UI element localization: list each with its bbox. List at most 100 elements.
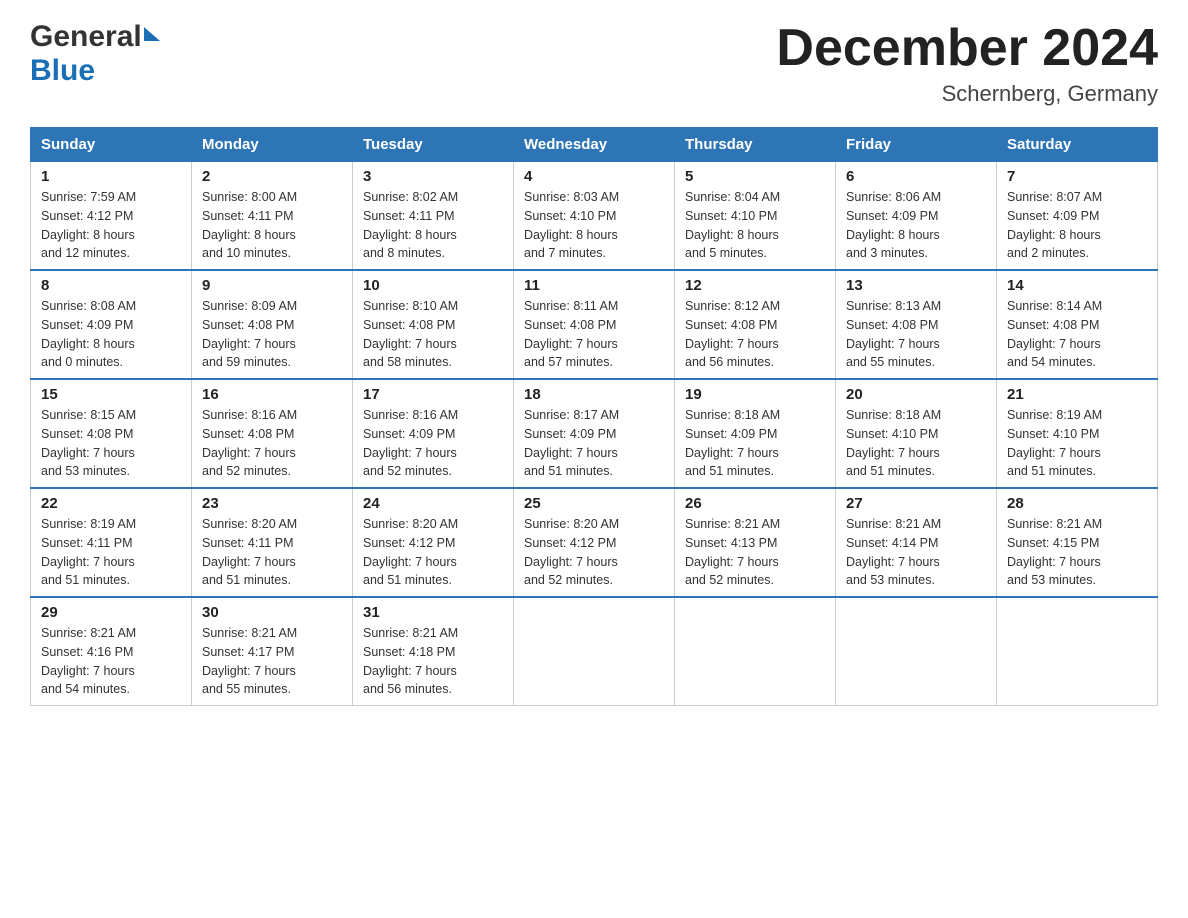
calendar-day-header: Monday bbox=[192, 128, 353, 162]
day-info: Sunrise: 8:09 AMSunset: 4:08 PMDaylight:… bbox=[202, 297, 342, 372]
day-info: Sunrise: 8:08 AMSunset: 4:09 PMDaylight:… bbox=[41, 297, 181, 372]
day-info: Sunrise: 8:21 AMSunset: 4:14 PMDaylight:… bbox=[846, 515, 986, 590]
day-number: 11 bbox=[524, 277, 664, 294]
calendar-day-cell: 19Sunrise: 8:18 AMSunset: 4:09 PMDayligh… bbox=[675, 379, 836, 488]
calendar-week-row: 8 Sunrise: 8:08 AMSunset: 4:09 PMDaylight… bbox=[31, 270, 1158, 379]
day-number: 4 bbox=[524, 168, 664, 185]
day-info: Sunrise: 8:00 AMSunset: 4:11 PMDaylight:… bbox=[202, 188, 342, 263]
calendar-day-cell: 9 Sunrise: 8:09 AMSunset: 4:08 PMDaylight… bbox=[192, 270, 353, 379]
calendar-day-cell: 23 Sunrise: 8:20 AMSunset: 4:11 PMDayligh… bbox=[192, 488, 353, 597]
day-number: 18 bbox=[524, 386, 664, 403]
page-title: December 2024 bbox=[776, 20, 1158, 77]
calendar-day-cell bbox=[997, 597, 1158, 706]
day-number: 10 bbox=[363, 277, 503, 294]
calendar-day-cell: 30 Sunrise: 8:21 AMSunset: 4:17 PMDayligh… bbox=[192, 597, 353, 706]
calendar-week-row: 15 Sunrise: 8:15 AMSunset: 4:08 PMDayligh… bbox=[31, 379, 1158, 488]
day-info: Sunrise: 8:18 AMSunset: 4:10 PMDaylight:… bbox=[846, 406, 986, 481]
calendar-day-cell: 7 Sunrise: 8:07 AMSunset: 4:09 PMDaylight… bbox=[997, 162, 1158, 271]
day-info: Sunrise: 8:03 AMSunset: 4:10 PMDaylight:… bbox=[524, 188, 664, 263]
calendar-day-cell: 29Sunrise: 8:21 AMSunset: 4:16 PMDayligh… bbox=[31, 597, 192, 706]
calendar-day-cell: 27 Sunrise: 8:21 AMSunset: 4:14 PMDayligh… bbox=[836, 488, 997, 597]
calendar-day-cell: 25 Sunrise: 8:20 AMSunset: 4:12 PMDayligh… bbox=[514, 488, 675, 597]
calendar-day-header: Saturday bbox=[997, 128, 1158, 162]
calendar-table: SundayMondayTuesdayWednesdayThursdayFrid… bbox=[30, 127, 1158, 706]
day-info: Sunrise: 8:20 AMSunset: 4:12 PMDaylight:… bbox=[524, 515, 664, 590]
calendar-week-row: 29Sunrise: 8:21 AMSunset: 4:16 PMDayligh… bbox=[31, 597, 1158, 706]
day-info: Sunrise: 8:14 AMSunset: 4:08 PMDaylight:… bbox=[1007, 297, 1147, 372]
day-number: 8 bbox=[41, 277, 181, 294]
day-info: Sunrise: 8:21 AMSunset: 4:15 PMDaylight:… bbox=[1007, 515, 1147, 590]
day-info: Sunrise: 8:07 AMSunset: 4:09 PMDaylight:… bbox=[1007, 188, 1147, 263]
day-number: 13 bbox=[846, 277, 986, 294]
logo: General Blue bbox=[30, 20, 160, 88]
day-info: Sunrise: 8:20 AMSunset: 4:12 PMDaylight:… bbox=[363, 515, 503, 590]
day-number: 16 bbox=[202, 386, 342, 403]
day-number: 17 bbox=[363, 386, 503, 403]
day-number: 2 bbox=[202, 168, 342, 185]
calendar-day-cell: 3 Sunrise: 8:02 AMSunset: 4:11 PMDaylight… bbox=[353, 162, 514, 271]
day-number: 3 bbox=[363, 168, 503, 185]
day-info: Sunrise: 8:19 AMSunset: 4:10 PMDaylight:… bbox=[1007, 406, 1147, 481]
calendar-day-cell: 28Sunrise: 8:21 AMSunset: 4:15 PMDayligh… bbox=[997, 488, 1158, 597]
calendar-day-cell: 20 Sunrise: 8:18 AMSunset: 4:10 PMDayligh… bbox=[836, 379, 997, 488]
day-number: 29 bbox=[41, 604, 181, 621]
day-info: Sunrise: 8:21 AMSunset: 4:17 PMDaylight:… bbox=[202, 624, 342, 699]
day-number: 21 bbox=[1007, 386, 1147, 403]
calendar-day-header: Wednesday bbox=[514, 128, 675, 162]
day-info: Sunrise: 8:12 AMSunset: 4:08 PMDaylight:… bbox=[685, 297, 825, 372]
calendar-day-cell: 13Sunrise: 8:13 AMSunset: 4:08 PMDayligh… bbox=[836, 270, 997, 379]
day-number: 12 bbox=[685, 277, 825, 294]
calendar-day-cell: 17Sunrise: 8:16 AMSunset: 4:09 PMDayligh… bbox=[353, 379, 514, 488]
day-number: 27 bbox=[846, 495, 986, 512]
calendar-day-header: Friday bbox=[836, 128, 997, 162]
calendar-day-cell: 18Sunrise: 8:17 AMSunset: 4:09 PMDayligh… bbox=[514, 379, 675, 488]
day-number: 25 bbox=[524, 495, 664, 512]
day-info: Sunrise: 8:19 AMSunset: 4:11 PMDaylight:… bbox=[41, 515, 181, 590]
calendar-day-cell: 21 Sunrise: 8:19 AMSunset: 4:10 PMDayligh… bbox=[997, 379, 1158, 488]
day-info: Sunrise: 8:15 AMSunset: 4:08 PMDaylight:… bbox=[41, 406, 181, 481]
day-info: Sunrise: 8:16 AMSunset: 4:08 PMDaylight:… bbox=[202, 406, 342, 481]
day-number: 15 bbox=[41, 386, 181, 403]
day-info: Sunrise: 8:18 AMSunset: 4:09 PMDaylight:… bbox=[685, 406, 825, 481]
title-area: December 2024 Schernberg, Germany bbox=[776, 20, 1158, 107]
calendar-header-row: SundayMondayTuesdayWednesdayThursdayFrid… bbox=[31, 128, 1158, 162]
calendar-day-header: Sunday bbox=[31, 128, 192, 162]
calendar-week-row: 22 Sunrise: 8:19 AMSunset: 4:11 PMDayligh… bbox=[31, 488, 1158, 597]
day-number: 30 bbox=[202, 604, 342, 621]
day-number: 31 bbox=[363, 604, 503, 621]
day-info: Sunrise: 7:59 AMSunset: 4:12 PMDaylight:… bbox=[41, 188, 181, 263]
calendar-day-cell: 31Sunrise: 8:21 AMSunset: 4:18 PMDayligh… bbox=[353, 597, 514, 706]
calendar-day-cell: 22 Sunrise: 8:19 AMSunset: 4:11 PMDayligh… bbox=[31, 488, 192, 597]
day-number: 6 bbox=[846, 168, 986, 185]
day-number: 9 bbox=[202, 277, 342, 294]
calendar-day-cell: 11 Sunrise: 8:11 AMSunset: 4:08 PMDayligh… bbox=[514, 270, 675, 379]
day-number: 14 bbox=[1007, 277, 1147, 294]
page-subtitle: Schernberg, Germany bbox=[776, 81, 1158, 107]
day-number: 20 bbox=[846, 386, 986, 403]
calendar-day-cell: 24Sunrise: 8:20 AMSunset: 4:12 PMDayligh… bbox=[353, 488, 514, 597]
logo-blue-text: Blue bbox=[30, 54, 95, 87]
page-header: General Blue December 2024 Schernberg, G… bbox=[30, 20, 1158, 107]
calendar-day-cell: 6 Sunrise: 8:06 AMSunset: 4:09 PMDaylight… bbox=[836, 162, 997, 271]
calendar-day-cell: 4 Sunrise: 8:03 AMSunset: 4:10 PMDaylight… bbox=[514, 162, 675, 271]
day-number: 22 bbox=[41, 495, 181, 512]
calendar-day-cell bbox=[514, 597, 675, 706]
calendar-day-cell: 12 Sunrise: 8:12 AMSunset: 4:08 PMDayligh… bbox=[675, 270, 836, 379]
calendar-week-row: 1 Sunrise: 7:59 AMSunset: 4:12 PMDaylight… bbox=[31, 162, 1158, 271]
calendar-day-cell bbox=[836, 597, 997, 706]
day-number: 23 bbox=[202, 495, 342, 512]
day-number: 5 bbox=[685, 168, 825, 185]
day-number: 7 bbox=[1007, 168, 1147, 185]
day-info: Sunrise: 8:20 AMSunset: 4:11 PMDaylight:… bbox=[202, 515, 342, 590]
day-number: 26 bbox=[685, 495, 825, 512]
day-info: Sunrise: 8:21 AMSunset: 4:13 PMDaylight:… bbox=[685, 515, 825, 590]
calendar-day-cell: 5Sunrise: 8:04 AMSunset: 4:10 PMDaylight… bbox=[675, 162, 836, 271]
calendar-day-cell: 10Sunrise: 8:10 AMSunset: 4:08 PMDayligh… bbox=[353, 270, 514, 379]
day-info: Sunrise: 8:06 AMSunset: 4:09 PMDaylight:… bbox=[846, 188, 986, 263]
calendar-day-cell: 15 Sunrise: 8:15 AMSunset: 4:08 PMDayligh… bbox=[31, 379, 192, 488]
day-number: 1 bbox=[41, 168, 181, 185]
logo-arrow-icon bbox=[144, 27, 160, 41]
day-info: Sunrise: 8:11 AMSunset: 4:08 PMDaylight:… bbox=[524, 297, 664, 372]
day-info: Sunrise: 8:02 AMSunset: 4:11 PMDaylight:… bbox=[363, 188, 503, 263]
calendar-day-cell: 8 Sunrise: 8:08 AMSunset: 4:09 PMDaylight… bbox=[31, 270, 192, 379]
